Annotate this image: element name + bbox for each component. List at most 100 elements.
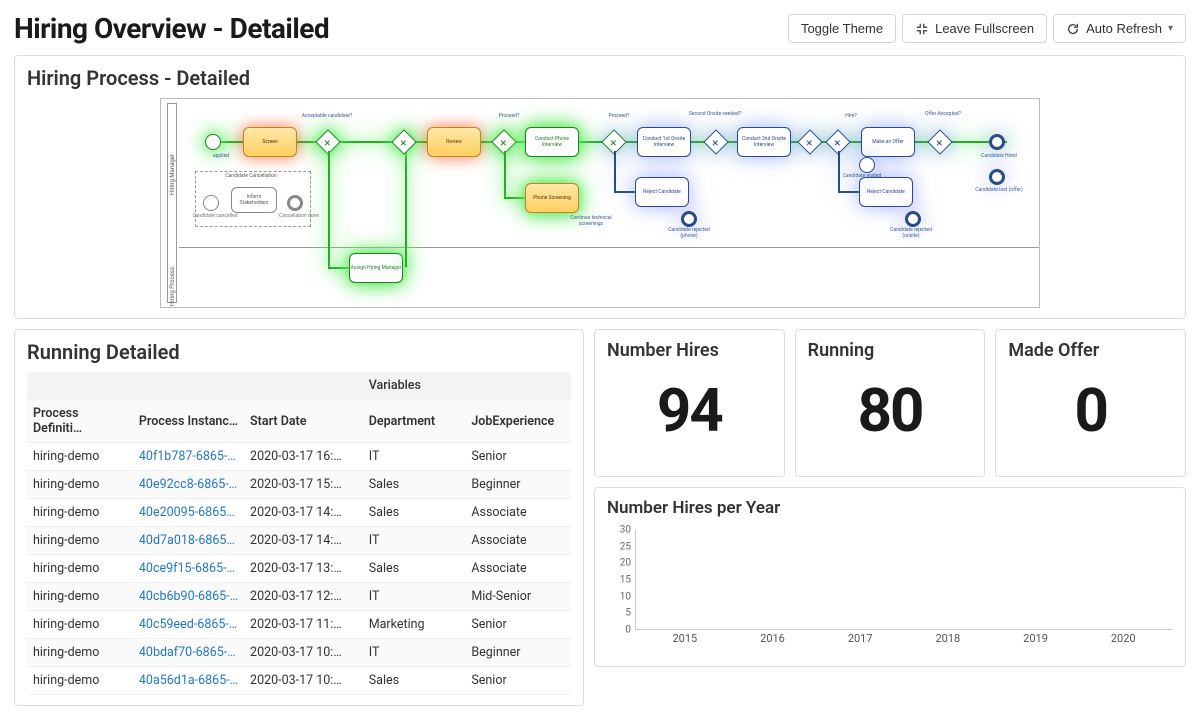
bpmn-task-onsite-2[interactable]: Conduct 2nd Onsite Interview: [737, 127, 791, 157]
cell-process-inst-link[interactable]: 40d7a018-6865…: [133, 527, 244, 555]
stat-hires-value: 94: [607, 375, 772, 446]
bpmn-end-rejected-1-label: Candidate rejected (phone): [659, 227, 719, 239]
col-job-experience[interactable]: JobExperience: [465, 400, 571, 443]
bpmn-gateway-5[interactable]: ×: [797, 129, 822, 154]
y-tick-label: 30: [620, 525, 631, 536]
stat-running-title: Running: [808, 340, 973, 361]
cell-process-def: hiring-demo: [27, 639, 133, 667]
table-group-row: Variables: [27, 372, 571, 400]
cell-process-inst-link[interactable]: 40e20095-6865…: [133, 499, 244, 527]
bpmn-end-lost-label: Candidate lost (offer): [969, 187, 1029, 193]
process-diagram-title: Hiring Process - Detailed: [27, 66, 1173, 90]
lane-label-1: Hiring Manager: [169, 154, 176, 195]
table-row[interactable]: hiring-demo40bdaf70-6865-…2020-03-17 10:…: [27, 639, 571, 667]
bpmn-task-review[interactable]: Review: [427, 127, 481, 157]
toggle-theme-label: Toggle Theme: [801, 21, 883, 36]
cell-department: IT: [363, 583, 466, 611]
bpmn-end-hired[interactable]: [989, 134, 1005, 150]
cell-process-inst-link[interactable]: 40cb6b90-6865-…: [133, 583, 244, 611]
cell-process-def: hiring-demo: [27, 471, 133, 499]
y-tick-label: 15: [620, 575, 631, 586]
cell-job-experience: Associate: [465, 527, 571, 555]
col-department[interactable]: Department: [363, 400, 466, 443]
running-detailed-table: Variables Process Definiti… Process Inst…: [27, 372, 571, 695]
table-header-row: Process Definiti… Process Instanc… Start…: [27, 400, 571, 443]
bpmn-task-offer[interactable]: Make an Offer: [861, 127, 915, 157]
bpmn-gateway-7[interactable]: ×: [927, 129, 952, 154]
table-row[interactable]: hiring-demo40d7a018-6865…2020-03-17 14:……: [27, 527, 571, 555]
cell-process-def: hiring-demo: [27, 555, 133, 583]
bpmn-gateway-3-label: Proceed?: [589, 113, 649, 119]
stat-hires-title: Number Hires: [607, 340, 772, 361]
cell-department: Sales: [363, 667, 466, 695]
bpmn-gateway-2-label: Proceed?: [479, 113, 539, 119]
stat-running-panel: Running 80: [795, 329, 986, 477]
table-row[interactable]: hiring-demo40e20095-6865…2020-03-17 14:……: [27, 499, 571, 527]
y-tick-label: 20: [620, 558, 631, 569]
bpmn-task-reject-1[interactable]: Reject Candidate: [635, 177, 689, 207]
toggle-theme-button[interactable]: Toggle Theme: [788, 14, 896, 43]
cell-job-experience: Senior: [465, 667, 571, 695]
bpmn-subprocess-title: Candidate Cancellation: [221, 173, 281, 179]
cell-process-def: hiring-demo: [27, 443, 133, 471]
cell-process-inst-link[interactable]: 40a56d1a-6865-…: [133, 667, 244, 695]
cell-process-inst-link[interactable]: 40c59eed-6865-…: [133, 611, 244, 639]
table-row[interactable]: hiring-demo40ce9f15-6865-…2020-03-17 13:…: [27, 555, 571, 583]
y-tick-label: 0: [625, 625, 631, 636]
bpmn-end-rejected-2[interactable]: [905, 211, 921, 227]
bpmn-end-rejected-1[interactable]: [681, 211, 697, 227]
col-start-date[interactable]: Start Date: [244, 400, 363, 443]
cell-process-def: hiring-demo: [27, 499, 133, 527]
running-detailed-panel: Running Detailed Variables Process Defin…: [14, 329, 584, 706]
auto-refresh-button[interactable]: Auto Refresh ▾: [1053, 14, 1186, 43]
table-row[interactable]: hiring-demo40e92cc8-6865-…2020-03-17 15:…: [27, 471, 571, 499]
table-row[interactable]: hiring-demo40c59eed-6865-…2020-03-17 11:…: [27, 611, 571, 639]
table-row[interactable]: hiring-demo40f1b787-6865-…2020-03-17 16:…: [27, 443, 571, 471]
cell-start-date: 2020-03-17 10:…: [244, 667, 363, 695]
bpmn-task-phone-screen[interactable]: Phone Screening: [525, 183, 579, 213]
y-tick-label: 10: [620, 591, 631, 602]
process-diagram-wrap: Hiring Manager Hiring Process applied Sc…: [27, 98, 1173, 308]
bpmn-end-rejected-2-label: Candidate rejected (onsite): [881, 227, 941, 239]
col-process-def[interactable]: Process Definiti…: [27, 400, 133, 443]
table-row[interactable]: hiring-demo40cb6b90-6865-…2020-03-17 12:…: [27, 583, 571, 611]
stat-offer-value: 0: [1008, 375, 1173, 446]
bpmn-task-reject-2[interactable]: Reject Candidate: [859, 177, 913, 207]
cell-process-inst-link[interactable]: 40ce9f15-6865-…: [133, 555, 244, 583]
cell-process-inst-link[interactable]: 40e92cc8-6865-…: [133, 471, 244, 499]
bpmn-gateway-merge[interactable]: ×: [391, 129, 416, 154]
x-tick-label: 2017: [816, 632, 904, 645]
cell-process-def: hiring-demo: [27, 611, 133, 639]
bpmn-sub-task[interactable]: Inform Stakeholders: [231, 187, 277, 213]
cell-process-inst-link[interactable]: 40f1b787-6865-…: [133, 443, 244, 471]
bpmn-end-lost[interactable]: [989, 169, 1005, 185]
col-process-inst[interactable]: Process Instanc…: [133, 400, 244, 443]
bpmn-gateway-1-label: Acceptable candidate?: [297, 113, 357, 119]
bpmn-gateway-4[interactable]: ×: [703, 129, 728, 154]
cell-start-date: 2020-03-17 16:…: [244, 443, 363, 471]
cell-start-date: 2020-03-17 15:…: [244, 471, 363, 499]
chart-hires[interactable]: 051015202530 201520162017201820192020: [607, 526, 1173, 656]
x-tick-label: 2015: [641, 632, 729, 645]
cell-department: Sales: [363, 499, 466, 527]
bpmn-task-phone[interactable]: Conduct Phone Interview: [525, 127, 579, 157]
cell-process-def: hiring-demo: [27, 667, 133, 695]
table-row[interactable]: hiring-demo40a56d1a-6865-…2020-03-17 10:…: [27, 667, 571, 695]
cell-department: IT: [363, 639, 466, 667]
stat-offer-title: Made Offer: [1008, 340, 1173, 361]
cell-process-inst-link[interactable]: 40bdaf70-6865-…: [133, 639, 244, 667]
process-diagram-panel: Hiring Process - Detailed Hiring Manager…: [14, 55, 1186, 319]
process-diagram[interactable]: Hiring Manager Hiring Process applied Sc…: [160, 98, 1040, 308]
bpmn-task-assign[interactable]: Assign Hiring Manager: [349, 253, 403, 283]
bpmn-event-waited[interactable]: [859, 157, 875, 173]
bpmn-start-event[interactable]: [205, 134, 221, 150]
bpmn-gateway-7-label: Offer Accepted?: [913, 111, 973, 117]
bpmn-sub-end[interactable]: [287, 195, 303, 211]
cell-job-experience: Senior: [465, 443, 571, 471]
bpmn-task-onsite-1[interactable]: Conduct 1st Onsite Interview: [637, 127, 691, 157]
bpmn-sub-start[interactable]: [203, 195, 219, 211]
bpmn-task-screen[interactable]: Screen: [243, 127, 297, 157]
leave-fullscreen-button[interactable]: Leave Fullscreen: [902, 14, 1047, 43]
cell-start-date: 2020-03-17 10:…: [244, 639, 363, 667]
cell-start-date: 2020-03-17 14:…: [244, 527, 363, 555]
